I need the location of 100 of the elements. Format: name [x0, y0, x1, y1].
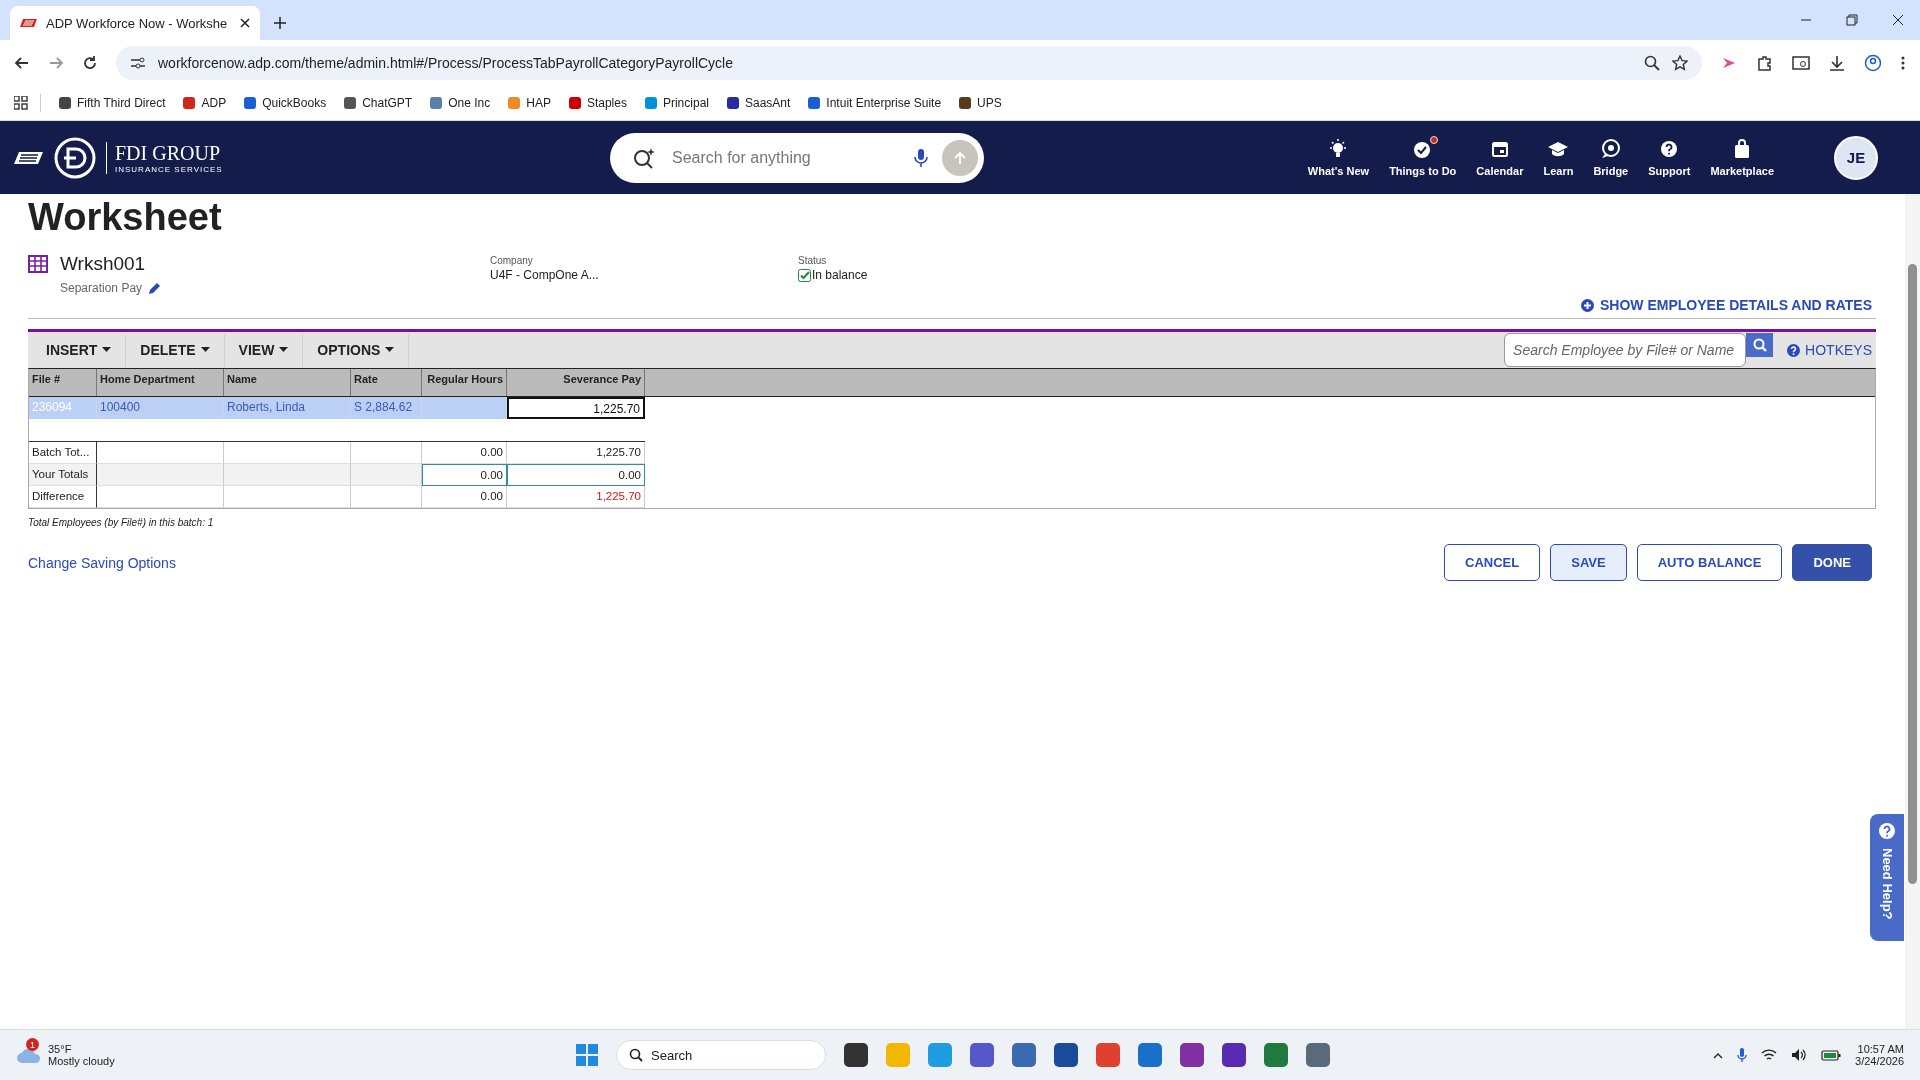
- action-button[interactable]: CANCEL: [1444, 544, 1541, 581]
- clock-date[interactable]: 3/24/2026: [1855, 1055, 1904, 1067]
- fdi-logo-icon: [54, 136, 96, 179]
- nav-item[interactable]: Bridge: [1593, 138, 1629, 177]
- nav-item[interactable]: Learn: [1543, 138, 1574, 177]
- row-label: Your Totals: [29, 464, 97, 486]
- chevron-up-icon[interactable]: [1713, 1051, 1724, 1059]
- column-header[interactable]: Regular Hours: [422, 369, 507, 396]
- star-icon[interactable]: [1672, 54, 1688, 71]
- nav-item[interactable]: Calendar: [1476, 138, 1524, 177]
- taskbar-app-icon[interactable]: [1306, 1043, 1330, 1067]
- caret-icon: [200, 347, 210, 353]
- nav-item[interactable]: Things to Do: [1389, 138, 1457, 177]
- hotkeys-link[interactable]: HOTKEYS: [1773, 342, 1876, 358]
- caret-icon: [102, 347, 112, 353]
- table-cell: 1,225.70: [507, 397, 645, 419]
- nav-item[interactable]: What's New: [1307, 138, 1370, 177]
- bookmark[interactable]: HAP: [508, 95, 551, 110]
- taskbar-app-icon[interactable]: [1222, 1043, 1246, 1067]
- total-input-field[interactable]: 0.00: [507, 464, 645, 486]
- employee-row[interactable]: 236094 100400 Roberts, Linda S 2,884.62 1,225.70: [29, 397, 1875, 419]
- table-cell: 1,225.70: [507, 486, 645, 508]
- profile-icon[interactable]: [1864, 53, 1882, 72]
- clock-time[interactable]: 10:57 AM: [1857, 1043, 1904, 1055]
- caret-icon: [385, 347, 395, 353]
- plus-circle-icon: [1581, 298, 1594, 312]
- help-icon: [1660, 140, 1679, 158]
- table-cell: Roberts, Linda: [224, 397, 351, 419]
- speaker-icon[interactable]: [1791, 1048, 1808, 1062]
- taskbar-app-icon[interactable]: [1012, 1043, 1036, 1067]
- global-search-field[interactable]: Search for anything: [670, 147, 900, 168]
- arrow-up-icon: [953, 150, 967, 165]
- column-header[interactable]: Name: [224, 369, 351, 396]
- new-tab-icon[interactable]: [274, 17, 286, 29]
- need-help-tab[interactable]: Need Help?: [1870, 814, 1904, 941]
- bookmark[interactable]: ADP: [183, 95, 227, 110]
- status-label: Status: [798, 255, 828, 266]
- menu-button[interactable]: VIEW: [224, 333, 304, 367]
- search-icon: [1752, 338, 1767, 352]
- show-details-link[interactable]: SHOW EMPLOYEE DETAILS AND RATES: [1581, 297, 1872, 313]
- back-arrow-icon[interactable]: [14, 54, 30, 71]
- menu-button[interactable]: DELETE: [126, 333, 225, 367]
- bookmark[interactable]: QuickBooks: [244, 95, 327, 110]
- taskbar-app-icon[interactable]: [970, 1043, 994, 1067]
- status-value: In balance: [812, 268, 868, 282]
- action-button[interactable]: AUTO BALANCE: [1636, 544, 1783, 581]
- saving-options-link[interactable]: Change Saving Options: [28, 554, 176, 571]
- microphone-icon[interactable]: [914, 147, 928, 168]
- total-input-field[interactable]: 0.00: [422, 464, 507, 486]
- search-button[interactable]: [1746, 333, 1774, 357]
- close-icon[interactable]: [1892, 14, 1904, 26]
- scrollbar[interactable]: [1905, 194, 1920, 1029]
- menu-button[interactable]: OPTIONS: [303, 333, 410, 367]
- pencil-icon[interactable]: [148, 281, 162, 295]
- close-icon[interactable]: [240, 18, 250, 28]
- reload-icon[interactable]: [82, 54, 98, 71]
- more-icon[interactable]: [1900, 54, 1906, 71]
- bookmark[interactable]: Intuit Enterprise Suite: [808, 95, 942, 110]
- column-header[interactable]: Home Department: [97, 369, 224, 396]
- download-icon[interactable]: [1828, 53, 1846, 72]
- start-icon[interactable]: [576, 1044, 598, 1066]
- microphone-icon[interactable]: [1737, 1047, 1748, 1063]
- help-icon: [1878, 822, 1896, 840]
- restore-icon[interactable]: [1846, 14, 1858, 26]
- column-header[interactable]: Rate: [351, 369, 422, 396]
- bookmark[interactable]: Staples: [568, 95, 627, 110]
- menu-button[interactable]: INSERT: [32, 333, 127, 367]
- table-cell: S 2,884.62: [351, 397, 422, 419]
- taskbar-app-icon[interactable]: [1054, 1043, 1078, 1067]
- employee-search-field[interactable]: Search Employee by File# or Name: [1504, 333, 1747, 367]
- column-header[interactable]: File #: [29, 369, 97, 396]
- chat-bubble-icon: [1599, 139, 1622, 159]
- user-avatar[interactable]: JE: [1834, 135, 1878, 180]
- apps-grid-icon[interactable]: [14, 95, 28, 110]
- company-value: U4F - CompOne A...: [490, 268, 600, 282]
- action-button[interactable]: SAVE: [1550, 544, 1627, 581]
- column-header[interactable]: Severance Pay: [507, 369, 645, 396]
- forward-arrow-icon[interactable]: [48, 54, 64, 71]
- bookmark[interactable]: Principal: [644, 95, 709, 110]
- puzzle-icon[interactable]: [1756, 53, 1774, 72]
- bookmark[interactable]: One Inc: [430, 95, 491, 110]
- battery-icon[interactable]: [1821, 1049, 1842, 1061]
- bookmark[interactable]: Fifth Third Direct: [59, 95, 166, 110]
- wifi-icon[interactable]: [1761, 1049, 1778, 1061]
- taskbar-app-icon[interactable]: [1180, 1043, 1204, 1067]
- calendar-icon: [1490, 140, 1509, 158]
- nav-item[interactable]: Marketplace: [1710, 138, 1774, 177]
- taskbar-app-icon[interactable]: [1264, 1043, 1288, 1067]
- action-button[interactable]: DONE: [1792, 544, 1872, 581]
- bookmark[interactable]: UPS: [959, 95, 1002, 110]
- browser-tab[interactable]: ADP Workforce Now - Workshe: [10, 6, 260, 40]
- taskbar-search-field[interactable]: Search: [616, 1040, 826, 1070]
- bookmark[interactable]: ChatGPT: [344, 95, 413, 110]
- tab-search-icon[interactable]: [1792, 53, 1810, 72]
- nav-item[interactable]: Support: [1648, 138, 1691, 177]
- zoom-icon[interactable]: [1644, 54, 1660, 71]
- bookmark[interactable]: SaasAnt: [727, 95, 791, 110]
- table-cell: 236094: [29, 397, 97, 419]
- address-field[interactable]: workforcenow.adp.com/theme/admin.html#/Process/ProcessTabPayrollCategoryPayrollCycle: [116, 45, 1702, 80]
- taskbar-app-icon[interactable]: [844, 1043, 868, 1067]
